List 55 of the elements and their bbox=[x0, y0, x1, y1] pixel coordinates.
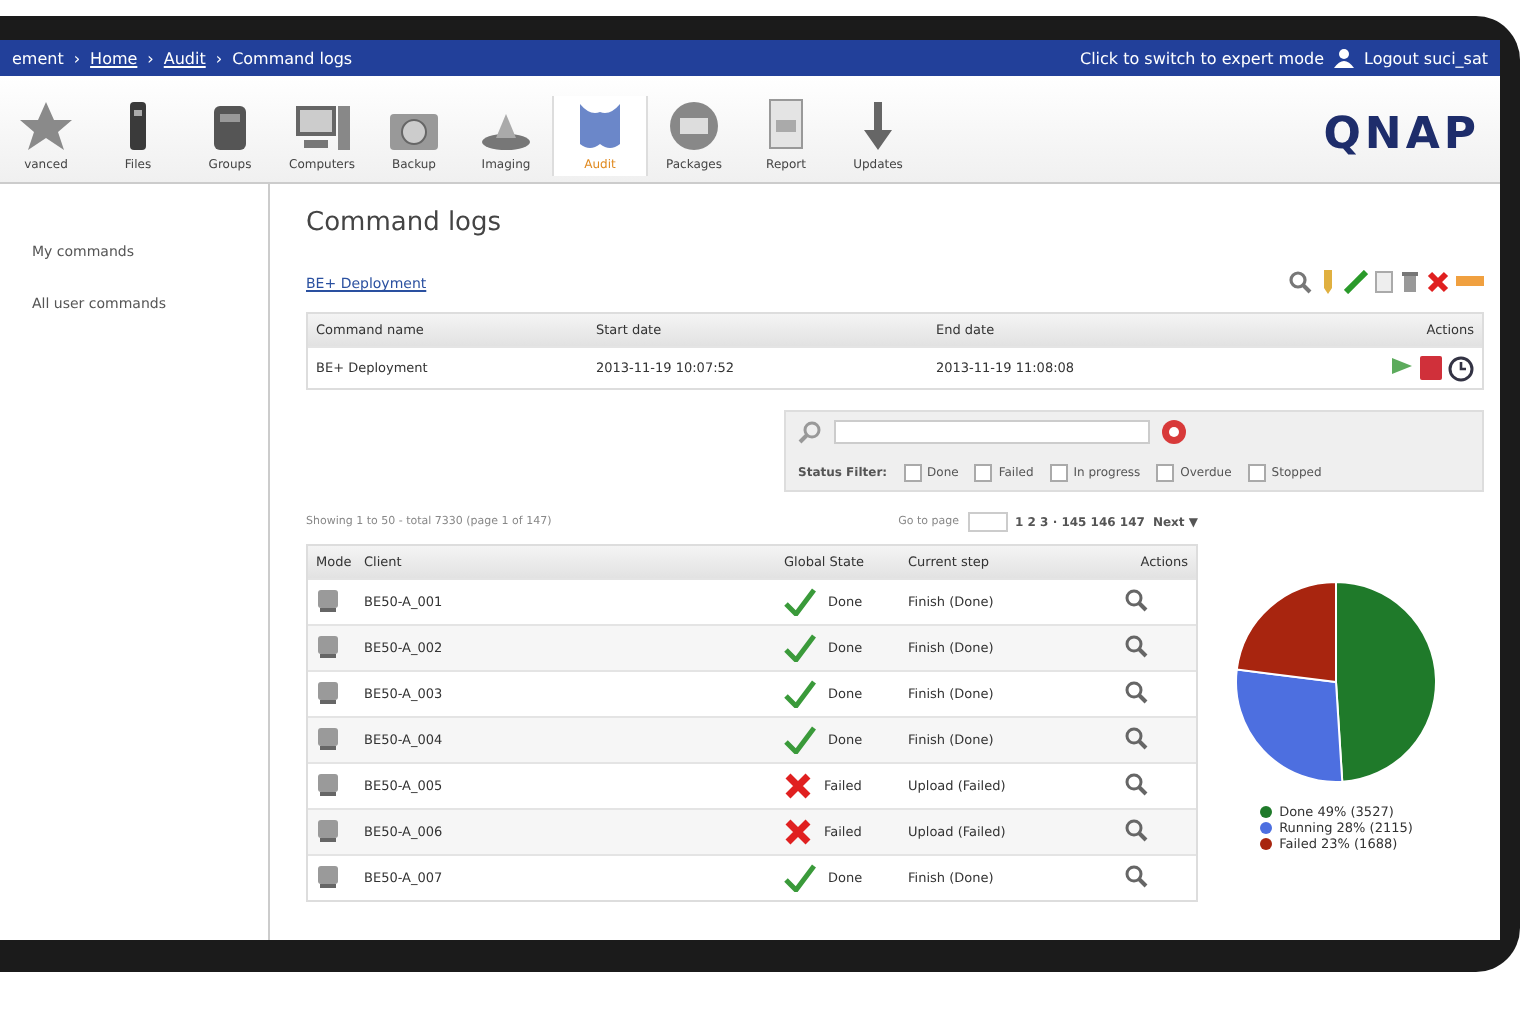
breadcrumb-item: Command logs bbox=[232, 49, 353, 67]
search-icon[interactable] bbox=[1124, 864, 1148, 888]
search-icon[interactable] bbox=[1124, 588, 1148, 612]
monitor-icon bbox=[295, 106, 349, 150]
search-icon[interactable] bbox=[1124, 634, 1148, 658]
search-field[interactable] bbox=[834, 420, 1150, 444]
star-icon bbox=[20, 102, 72, 150]
clock-icon[interactable] bbox=[1448, 355, 1474, 381]
book-icon bbox=[580, 104, 620, 150]
page-title: Command logs bbox=[306, 208, 502, 238]
close-icon[interactable] bbox=[1426, 270, 1450, 294]
box-icon bbox=[670, 102, 718, 150]
cross-icon bbox=[784, 772, 812, 800]
arrow-down-icon bbox=[864, 102, 892, 150]
clear-icon[interactable] bbox=[1162, 420, 1186, 444]
search-icon[interactable] bbox=[1124, 772, 1148, 796]
logout-link[interactable]: Logout suci_sat bbox=[1364, 49, 1488, 67]
checkmark-icon bbox=[784, 864, 816, 892]
trash-icon[interactable] bbox=[1400, 270, 1420, 294]
user-icon bbox=[1334, 48, 1354, 68]
computer-icon bbox=[316, 726, 340, 750]
checkmark-icon bbox=[784, 726, 816, 754]
document-icon bbox=[768, 98, 804, 150]
computer-icon bbox=[316, 634, 340, 658]
computer-icon bbox=[316, 818, 340, 842]
server-icon bbox=[214, 106, 246, 150]
legend-dot bbox=[1259, 822, 1272, 834]
tower-icon bbox=[130, 102, 146, 150]
checkmark-icon bbox=[784, 680, 816, 708]
breadcrumb-item[interactable]: Home bbox=[90, 49, 138, 67]
search-icon[interactable] bbox=[1124, 680, 1148, 704]
checkmark-icon bbox=[784, 634, 816, 662]
computer-icon bbox=[316, 680, 340, 704]
cross-icon bbox=[784, 818, 812, 846]
camera-icon bbox=[390, 114, 438, 150]
legend-dot bbox=[1259, 838, 1272, 850]
search-icon[interactable] bbox=[1124, 818, 1148, 842]
stop-icon[interactable] bbox=[1420, 355, 1442, 379]
breadcrumb-item[interactable]: Audit bbox=[163, 49, 206, 67]
search-icon[interactable] bbox=[1124, 726, 1148, 750]
search-icon[interactable] bbox=[1288, 270, 1312, 294]
company-logo: QNAP bbox=[1323, 109, 1480, 159]
breadcrumb-separator: › bbox=[73, 49, 81, 67]
computer-icon bbox=[316, 588, 340, 612]
play-icon[interactable] bbox=[1390, 355, 1414, 375]
computer-icon bbox=[316, 864, 340, 888]
search-icon bbox=[798, 420, 822, 444]
breadcrumb-separator: › bbox=[147, 49, 154, 67]
computer-icon bbox=[316, 772, 340, 796]
breadcrumb-separator: › bbox=[215, 49, 223, 67]
breadcrumb-item: ement bbox=[12, 49, 64, 67]
checkmark-icon bbox=[784, 588, 816, 616]
expert-mode-link[interactable]: Click to switch to expert mode bbox=[1079, 49, 1324, 67]
page-field[interactable] bbox=[967, 512, 1008, 532]
legend-dot bbox=[1259, 806, 1272, 818]
